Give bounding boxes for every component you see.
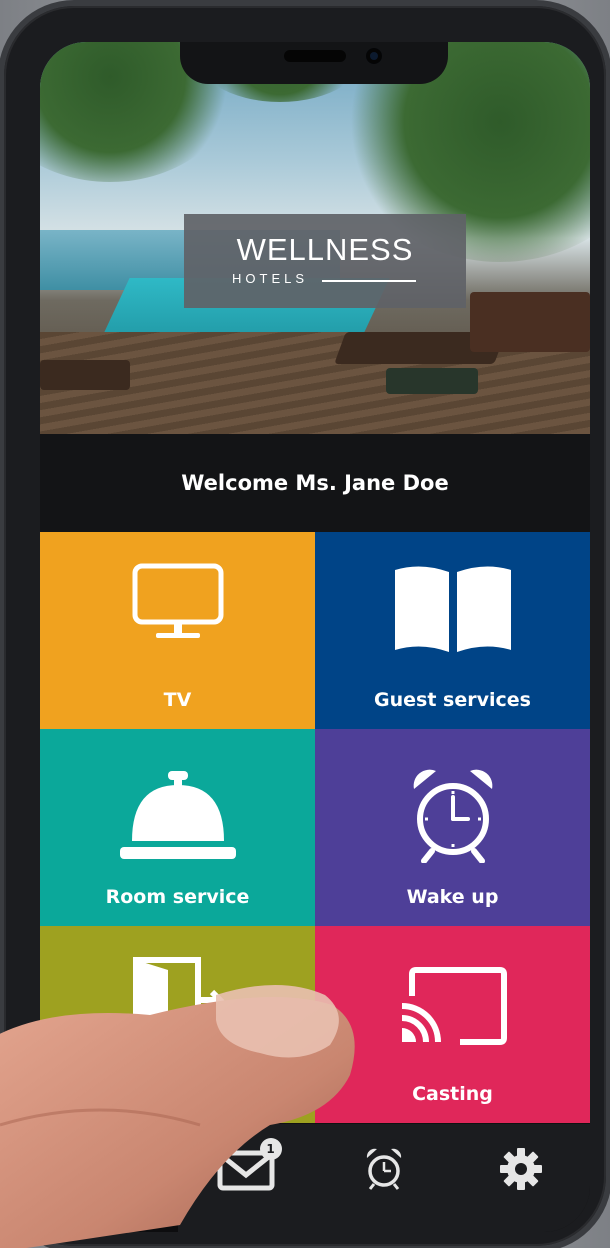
hotel-logo: WELLNESS HOTELS xyxy=(184,214,466,308)
hotel-logo-underline xyxy=(322,280,416,282)
welcome-banner: Welcome Ms. Jane Doe xyxy=(40,434,590,532)
tile-guest-services-label: Guest services xyxy=(374,689,531,711)
side-table xyxy=(386,368,478,394)
speaker xyxy=(284,50,346,62)
tile-casting-label: Casting xyxy=(412,1083,493,1105)
lounger-left xyxy=(40,360,130,390)
hotel-logo-name: WELLNESS xyxy=(236,232,414,267)
gear-icon xyxy=(499,1147,543,1195)
tile-wake-up-label: Wake up xyxy=(406,886,499,908)
book-icon xyxy=(315,562,590,654)
hero-image: WELLNESS HOTELS xyxy=(40,42,590,434)
tile-wake-up[interactable]: Wake up xyxy=(315,729,590,926)
tile-tv[interactable]: TV xyxy=(40,532,315,729)
tile-guest-services[interactable]: Guest services xyxy=(315,532,590,729)
front-camera xyxy=(366,48,382,64)
service-bell-icon xyxy=(40,771,315,863)
tile-room-service-label: Room service xyxy=(105,886,250,908)
hand-thumb xyxy=(0,985,355,1248)
tv-icon xyxy=(40,562,315,644)
tab-settings[interactable] xyxy=(453,1124,591,1232)
tile-tv-label: TV xyxy=(163,689,192,711)
tile-room-service[interactable]: Room service xyxy=(40,729,315,926)
hotel-logo-subtitle: HOTELS xyxy=(232,271,309,286)
notch xyxy=(180,42,448,84)
lounger-right xyxy=(470,292,590,352)
alarm-clock-icon xyxy=(315,767,590,863)
